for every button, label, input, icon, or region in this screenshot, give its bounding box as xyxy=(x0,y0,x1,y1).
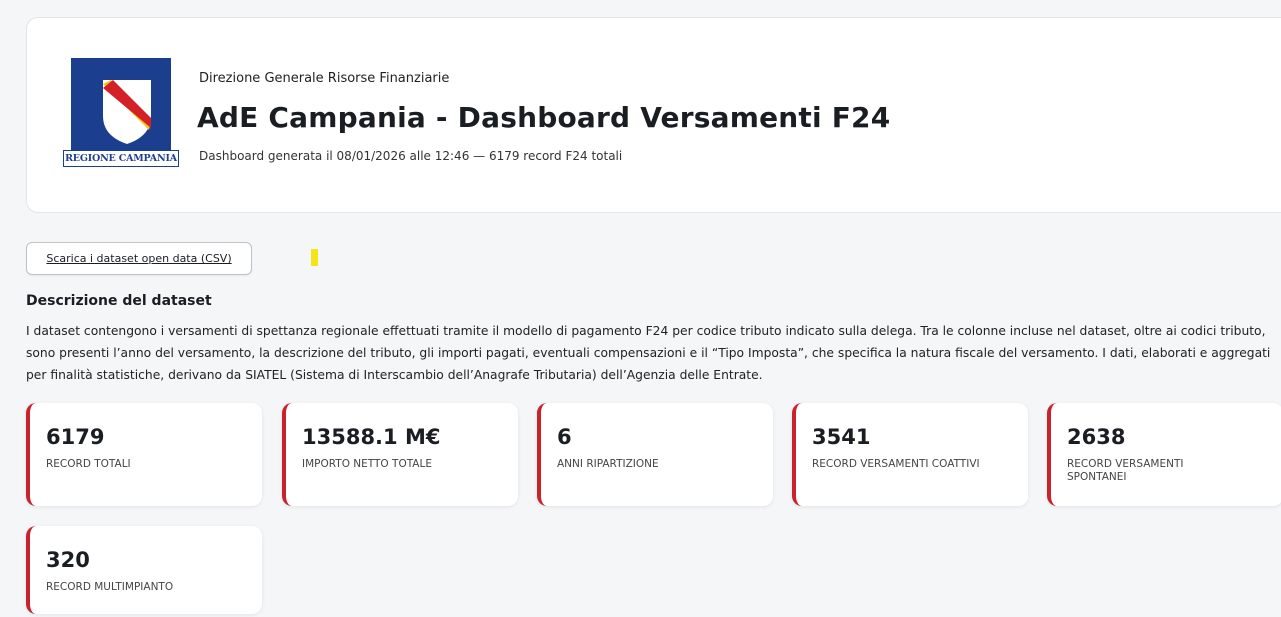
generation-meta: Dashboard generata il 08/01/2026 alle 12… xyxy=(199,149,623,163)
kpi-value: 3541 xyxy=(812,425,871,449)
page-title: AdE Campania - Dashboard Versamenti F24 xyxy=(197,101,891,134)
kpi-card-versamenti-coattivi: 3541 RECORD VERSAMENTI COATTIVI xyxy=(792,403,1028,506)
kpi-card-versamenti-spontanei: 2638 RECORD VERSAMENTI SPONTANEI xyxy=(1047,403,1281,506)
logo-caption: REGIONE CAMPANIA xyxy=(63,150,179,167)
kpi-label: RECORD VERSAMENTI COATTIVI xyxy=(812,458,980,470)
header-card: REGIONE CAMPANIA Direzione Generale Riso… xyxy=(26,17,1281,213)
dataset-description-text: I dataset contengono i versamenti di spe… xyxy=(26,324,1271,382)
kpi-label: RECORD TOTALI xyxy=(46,458,131,470)
organization-name: Direzione Generale Risorse Finanziarie xyxy=(199,71,450,86)
kpi-card-multimpianto: 320 RECORD MULTIMPIANTO xyxy=(26,526,262,614)
kpi-label: IMPORTO NETTO TOTALE xyxy=(302,458,432,470)
kpi-value: 320 xyxy=(46,548,90,572)
kpi-value: 13588.1 M€ xyxy=(302,425,441,449)
kpi-card-importo-netto: 13588.1 M€ IMPORTO NETTO TOTALE xyxy=(282,403,518,506)
kpi-value: 2638 xyxy=(1067,425,1126,449)
kpi-value: 6 xyxy=(557,425,572,449)
yellow-marker xyxy=(311,249,318,266)
dataset-description-title: Descrizione del dataset xyxy=(26,293,212,309)
kpi-label: RECORD VERSAMENTI SPONTANEI xyxy=(1067,458,1184,483)
kpi-card-anni-ripartizione: 6 ANNI RIPARTIZIONE xyxy=(537,403,773,506)
kpi-label: RECORD MULTIMPIANTO xyxy=(46,581,174,593)
download-csv-button[interactable]: Scarica i dataset open data (CSV) xyxy=(26,242,252,275)
kpi-card-record-totali: 6179 RECORD TOTALI xyxy=(26,403,262,506)
kpi-value: 6179 xyxy=(46,425,105,449)
kpi-label: ANNI RIPARTIZIONE xyxy=(557,458,659,470)
